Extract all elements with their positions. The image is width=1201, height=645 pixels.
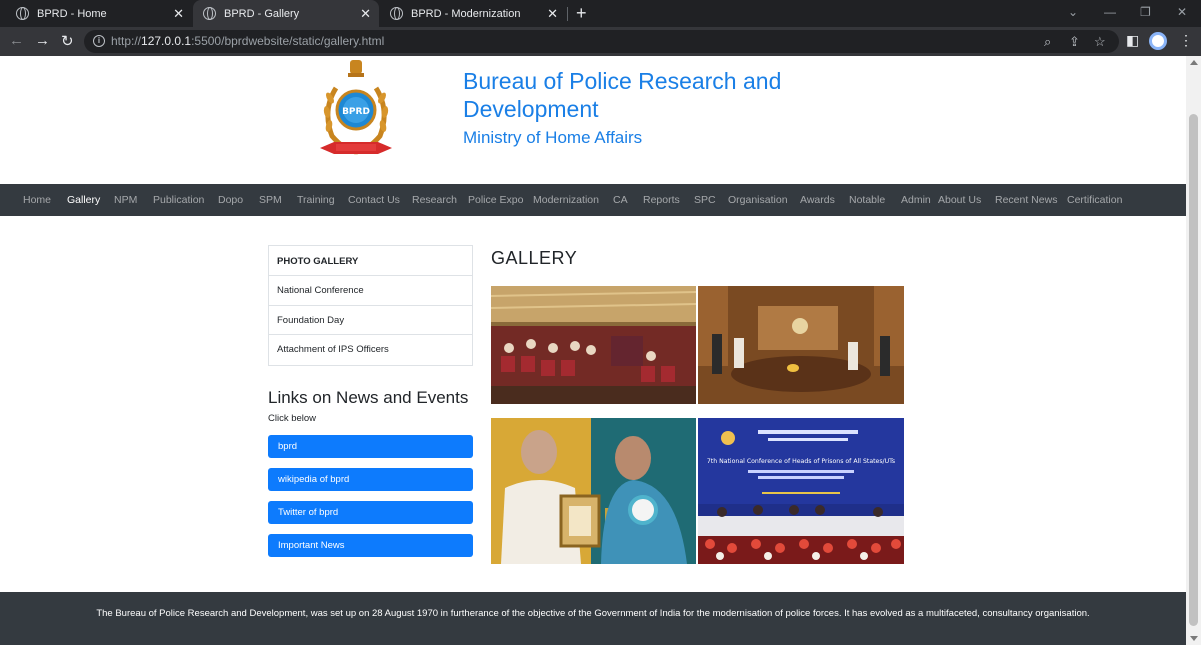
- browser-tabstrip: BPRD - Home ✕ BPRD - Gallery ✕ BPRD - Mo…: [0, 0, 1201, 27]
- gallery-photo-conference-hall[interactable]: [491, 286, 696, 404]
- gallery-item-national-conference[interactable]: National Conference: [269, 276, 472, 306]
- link-button-wikipedia[interactable]: wikipedia of bprd: [268, 468, 473, 491]
- gallery-item-foundation-day[interactable]: Foundation Day: [269, 306, 472, 335]
- nav-publication[interactable]: Publication: [153, 194, 204, 206]
- scroll-down-arrow-icon[interactable]: [1190, 636, 1198, 641]
- nav-home[interactable]: Home: [23, 194, 51, 206]
- close-icon[interactable]: ✕: [173, 6, 184, 22]
- reload-icon[interactable]: ↻: [61, 32, 74, 50]
- profile-avatar[interactable]: [1149, 32, 1167, 50]
- link-button-important-news[interactable]: Important News: [268, 534, 473, 557]
- info-icon[interactable]: i: [93, 35, 105, 47]
- photo-gallery-heading: PHOTO GALLERY: [269, 246, 472, 276]
- globe-icon: [16, 7, 29, 20]
- nav-npm[interactable]: NPM: [114, 194, 137, 206]
- minimize-icon[interactable]: —: [1104, 5, 1116, 19]
- gallery-item-ips-officers[interactable]: Attachment of IPS Officers: [269, 335, 472, 365]
- emblem-text: BPRD: [342, 107, 370, 117]
- org-subtitle: Ministry of Home Affairs: [463, 128, 643, 147]
- nav-recent-news[interactable]: Recent News: [995, 194, 1057, 206]
- forward-arrow-icon[interactable]: →: [35, 32, 50, 49]
- nav-awards[interactable]: Awards: [800, 194, 835, 206]
- web-page: BPRD Bureau of Police Research and Devel…: [0, 56, 1186, 645]
- bookmark-star-icon[interactable]: ☆: [1094, 34, 1106, 50]
- close-icon[interactable]: ✕: [547, 6, 558, 22]
- globe-icon: [390, 7, 403, 20]
- site-footer: The Bureau of Police Research and Develo…: [0, 592, 1186, 645]
- back-arrow-icon[interactable]: ←: [9, 32, 24, 49]
- menu-kebab-icon[interactable]: ⋮: [1179, 32, 1193, 49]
- bprd-emblem-logo: BPRD: [314, 58, 398, 162]
- nav-dopo[interactable]: Dopo: [218, 194, 243, 206]
- tab-separator: [567, 7, 568, 21]
- new-tab-plus-icon[interactable]: +: [576, 3, 587, 24]
- main-navbar: Home Gallery NPM Publication Dopo SPM Tr…: [0, 184, 1186, 216]
- nav-contact-us[interactable]: Contact Us: [348, 194, 400, 206]
- tab-title: BPRD - Gallery: [224, 7, 300, 20]
- tab-title: BPRD - Modernization: [411, 7, 521, 20]
- browser-toolbar: ← → ↻ i http://127.0.0.1:5500/bprdwebsit…: [0, 27, 1201, 56]
- footer-text: The Bureau of Police Research and Develo…: [96, 608, 1090, 619]
- globe-icon: [203, 7, 216, 20]
- banner-text: 7th National Conference of Heads of Pris…: [707, 458, 895, 465]
- gallery-photo-award-ceremony[interactable]: [491, 418, 696, 564]
- share-icon[interactable]: ⇪: [1069, 34, 1080, 50]
- close-icon[interactable]: ✕: [360, 6, 371, 22]
- gallery-photo-prisons-conference[interactable]: 7th National Conference of Heads of Pris…: [698, 418, 904, 564]
- tab-search-chevron-icon[interactable]: ⌄: [1068, 5, 1078, 19]
- gallery-title: GALLERY: [491, 248, 578, 268]
- browser-tab-modernization[interactable]: BPRD - Modernization ✕: [380, 0, 566, 27]
- nav-reports[interactable]: Reports: [643, 194, 680, 206]
- window-close-icon[interactable]: ✕: [1177, 5, 1187, 19]
- browser-tab-home[interactable]: BPRD - Home ✕: [6, 0, 192, 27]
- browser-tab-gallery[interactable]: BPRD - Gallery ✕: [193, 0, 379, 27]
- scroll-up-arrow-icon[interactable]: [1190, 60, 1198, 65]
- photo-gallery-card: PHOTO GALLERY National Conference Founda…: [268, 245, 473, 366]
- address-bar[interactable]: i http://127.0.0.1:5500/bprdwebsite/stat…: [84, 30, 1119, 53]
- zoom-icon[interactable]: ⌕: [1044, 34, 1051, 50]
- nav-training[interactable]: Training: [297, 194, 335, 206]
- links-heading: Links on News and Events: [268, 388, 469, 407]
- url-text: http://127.0.0.1:5500/bprdwebsite/static…: [111, 34, 385, 48]
- gallery-photo-meeting-room[interactable]: [698, 286, 904, 404]
- tab-title: BPRD - Home: [37, 7, 107, 20]
- nav-notable[interactable]: Notable: [849, 194, 885, 206]
- nav-certification[interactable]: Certification: [1067, 194, 1122, 206]
- link-button-twitter[interactable]: Twitter of bprd: [268, 501, 473, 524]
- link-button-bprd[interactable]: bprd: [268, 435, 473, 458]
- side-panel-icon[interactable]: ◧: [1126, 32, 1139, 49]
- scrollbar-thumb[interactable]: [1189, 114, 1198, 626]
- links-subtitle: Click below: [268, 413, 317, 424]
- nav-spm[interactable]: SPM: [259, 194, 282, 206]
- nav-research[interactable]: Research: [412, 194, 457, 206]
- nav-gallery[interactable]: Gallery: [67, 194, 100, 206]
- org-title: Bureau of Police Research and Developmen…: [463, 68, 782, 122]
- nav-ca[interactable]: CA: [613, 194, 628, 206]
- nav-organisation[interactable]: Organisation: [728, 194, 788, 206]
- nav-modernization[interactable]: Modernization: [533, 194, 599, 206]
- site-header: BPRD Bureau of Police Research and Devel…: [0, 56, 1186, 184]
- nav-spc[interactable]: SPC: [694, 194, 716, 206]
- nav-admin[interactable]: Admin: [901, 194, 931, 206]
- restore-icon[interactable]: ❐: [1140, 5, 1151, 19]
- nav-police-expo[interactable]: Police Expo: [468, 194, 523, 206]
- nav-about-us[interactable]: About Us: [938, 194, 981, 206]
- page-scrollbar[interactable]: [1186, 56, 1201, 645]
